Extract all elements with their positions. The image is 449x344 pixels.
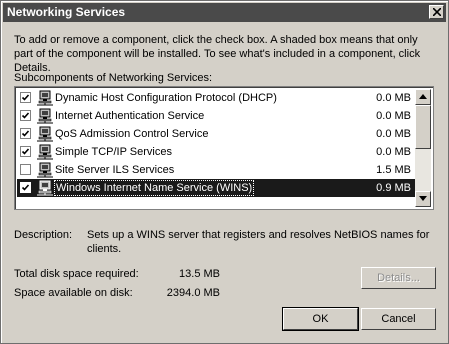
component-size: 0.9 MB <box>376 182 411 194</box>
scroll-up-button[interactable] <box>415 89 431 105</box>
component-size: 0.0 MB <box>376 128 411 140</box>
checkmark-icon <box>21 130 30 137</box>
network-computer-icon <box>37 144 53 160</box>
disk-available-value: 2394.0 MB <box>166 287 220 299</box>
description-label: Description: <box>14 229 73 241</box>
component-row[interactable]: Simple TCP/IP Services 0.0 MB <box>17 143 417 161</box>
network-computer-icon <box>37 90 53 106</box>
list-scrollbar[interactable] <box>415 89 431 207</box>
window-title: Networking Services <box>7 5 126 19</box>
network-computer-icon <box>37 108 53 124</box>
component-label: Windows Internet Name Service (WINS) <box>54 180 255 196</box>
ok-button[interactable]: OK <box>282 307 359 331</box>
network-computer-icon <box>37 162 53 178</box>
subcomponents-list[interactable]: Dynamic Host Configuration Protocol (DHC… <box>14 86 434 210</box>
close-icon <box>433 8 441 16</box>
component-label: Internet Authentication Service <box>55 110 205 122</box>
checkmark-icon <box>21 112 30 119</box>
component-size: 0.0 MB <box>376 146 411 158</box>
disk-required-label: Total disk space required: <box>14 268 139 280</box>
title-bar[interactable]: Networking Services <box>3 3 446 22</box>
component-row[interactable]: Internet Authentication Service 0.0 MB <box>17 107 417 125</box>
component-checkbox[interactable] <box>20 110 31 121</box>
cancel-button[interactable]: Cancel <box>361 308 436 330</box>
networking-services-dialog: Networking Services To add or remove a c… <box>0 0 449 344</box>
component-row[interactable]: Windows Internet Name Service (WINS) 0.9 … <box>17 179 417 197</box>
instructions-text: To add or remove a component, click the … <box>14 34 421 74</box>
checkmark-icon <box>21 184 30 191</box>
checkmark-icon <box>21 148 30 155</box>
component-checkbox[interactable] <box>20 164 31 175</box>
scroll-thumb[interactable] <box>415 105 431 149</box>
network-computer-icon <box>37 180 53 196</box>
details-button[interactable]: Details... <box>361 267 436 289</box>
subcomponents-rows: Dynamic Host Configuration Protocol (DHC… <box>17 89 417 197</box>
checkmark-icon <box>21 94 30 101</box>
arrow-down-icon <box>419 196 427 201</box>
component-checkbox[interactable] <box>20 146 31 157</box>
component-checkbox[interactable] <box>20 92 31 103</box>
component-checkbox[interactable] <box>20 128 31 139</box>
network-computer-icon <box>37 126 53 142</box>
component-label: Dynamic Host Configuration Protocol (DHC… <box>55 92 277 104</box>
component-checkbox[interactable] <box>20 182 31 193</box>
disk-required-value: 13.5 MB <box>179 268 220 280</box>
component-label: Simple TCP/IP Services <box>55 146 172 158</box>
description-text: Sets up a WINS server that registers and… <box>87 229 430 255</box>
component-size: 0.0 MB <box>376 110 411 122</box>
component-row[interactable]: Site Server ILS Services 1.5 MB <box>17 161 417 179</box>
component-size: 0.0 MB <box>376 92 411 104</box>
component-row[interactable]: Dynamic Host Configuration Protocol (DHC… <box>17 89 417 107</box>
component-row[interactable]: QoS Admission Control Service 0.0 MB <box>17 125 417 143</box>
disk-available-label: Space available on disk: <box>14 287 133 299</box>
close-button[interactable] <box>429 5 444 19</box>
component-label: Site Server ILS Services <box>55 164 175 176</box>
component-label: QoS Admission Control Service <box>55 128 209 140</box>
scroll-down-button[interactable] <box>415 191 431 207</box>
component-size: 1.5 MB <box>376 164 411 176</box>
subcomponents-label: Subcomponents of Networking Services: <box>14 72 213 84</box>
arrow-up-icon <box>419 94 427 99</box>
